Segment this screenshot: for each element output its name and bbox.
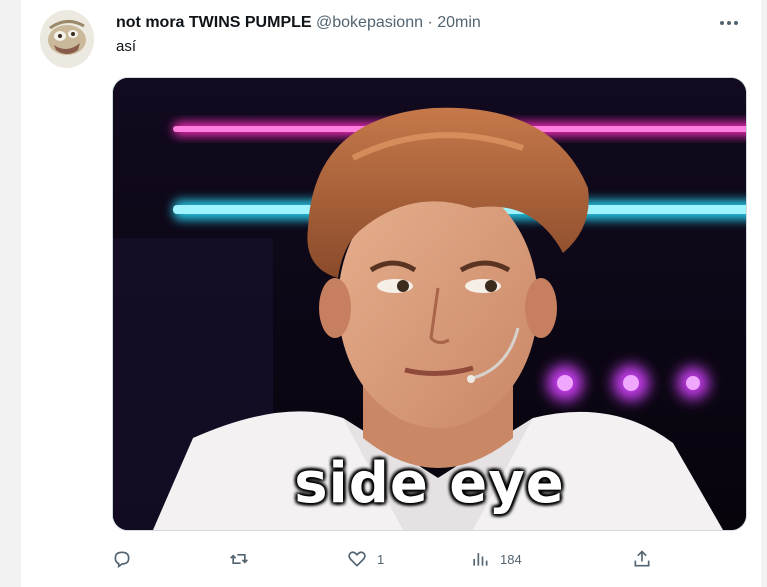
user-handle[interactable]: @bokepasionn xyxy=(316,14,423,31)
separator: · xyxy=(427,14,433,31)
display-name[interactable]: not mora TWINS PUMPLE xyxy=(116,14,312,31)
tweet-header: not mora TWINS PUMPLE @bokepasionn · 20m… xyxy=(116,13,481,33)
avatar-image xyxy=(40,10,94,68)
tweet-text: así xyxy=(116,38,137,55)
like-count: 1 xyxy=(377,551,385,567)
more-icon[interactable] xyxy=(717,14,741,32)
views-icon xyxy=(473,553,488,566)
avatar[interactable] xyxy=(40,10,94,68)
views-button[interactable]: 184 xyxy=(470,544,522,574)
like-button[interactable]: 1 xyxy=(347,544,384,574)
retweet-button[interactable] xyxy=(229,544,259,574)
share-icon xyxy=(634,550,650,567)
media-caption: side eye xyxy=(294,451,565,516)
timestamp[interactable]: 20min xyxy=(437,14,481,31)
like-icon xyxy=(348,551,366,567)
reply-button[interactable] xyxy=(112,544,142,574)
tweet-card[interactable]: not mora TWINS PUMPLE @bokepasionn · 20m… xyxy=(21,0,761,587)
tweet-actions: 1 184 xyxy=(112,544,745,574)
view-count: 184 xyxy=(500,551,522,567)
tweet-media[interactable]: side eye xyxy=(112,77,747,531)
reply-icon xyxy=(114,551,130,569)
retweet-icon xyxy=(230,554,248,564)
share-button[interactable] xyxy=(632,544,652,574)
